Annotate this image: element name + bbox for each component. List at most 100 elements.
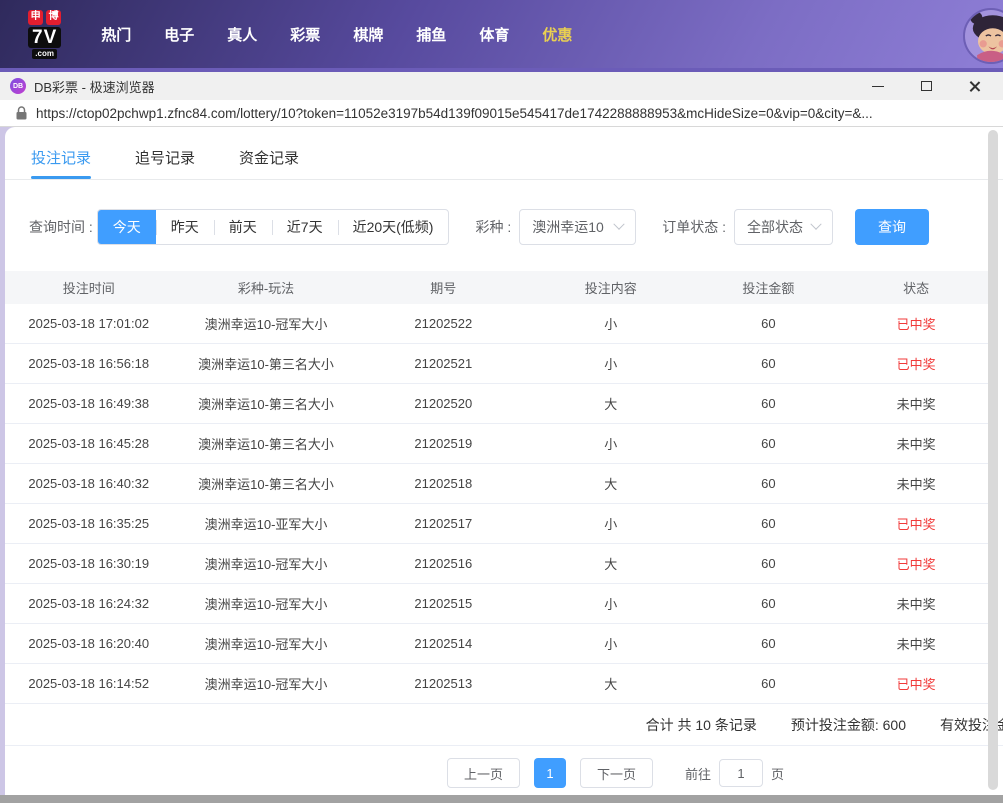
logo-main-text: 7V bbox=[28, 26, 62, 48]
cell-issue: 21202519 bbox=[414, 436, 473, 451]
order-status-value: 全部状态 bbox=[747, 219, 804, 235]
pagination: 上一页 1 下一页 前往 页 bbox=[5, 758, 990, 788]
order-status-select[interactable]: 全部状态 bbox=[734, 209, 834, 245]
nav-item-7[interactable]: 体育 bbox=[479, 24, 509, 45]
prev-page-button[interactable]: 上一页 bbox=[447, 758, 521, 788]
table-row: 2025-03-18 16:56:18 澳洲幸运10-第三名大小 21202521 小… bbox=[5, 344, 990, 384]
filter-row: 查询时间 : 今天 昨天 前天 近7天 近20天(低频) 彩种 : 澳洲幸运10 订单状… bbox=[29, 209, 1003, 245]
nav-item-8[interactable]: 优惠 bbox=[542, 24, 572, 45]
nav-item-1[interactable]: 热门 bbox=[101, 24, 131, 45]
lottery-select[interactable]: 澳洲幸运10 bbox=[519, 209, 637, 245]
cell-issue: 21202515 bbox=[414, 596, 473, 611]
site-nav: 申 博 7V .com 热门 电子 真人 彩票 棋牌 捕鱼 体育 优惠 bbox=[0, 0, 1003, 68]
table-row: 2025-03-18 17:01:02 澳洲幸运10-冠军大小 21202522 小 6… bbox=[5, 304, 990, 344]
cell-amount: 60 bbox=[761, 596, 776, 611]
cell-time: 2025-03-18 16:56:18 bbox=[28, 356, 150, 371]
column-header-1: 投注时间 bbox=[62, 281, 115, 296]
next-page-button[interactable]: 下一页 bbox=[580, 758, 654, 788]
cell-status: 未中奖 bbox=[896, 397, 936, 412]
tab-3[interactable]: 资金记录 bbox=[239, 147, 299, 179]
logo-badge-bo: 博 bbox=[46, 9, 62, 25]
url-bar[interactable]: https://ctop02pchwp1.zfnc84.com/lottery/… bbox=[0, 100, 1003, 127]
cell-issue: 21202514 bbox=[414, 636, 473, 651]
nav-item-6[interactable]: 捕鱼 bbox=[416, 24, 446, 45]
cell-content: 小 bbox=[604, 637, 618, 652]
cell-game: 澳洲幸运10-冠军大小 bbox=[204, 597, 328, 612]
lottery-filter-label: 彩种 : bbox=[475, 219, 512, 235]
nav-item-4[interactable]: 彩票 bbox=[290, 24, 320, 45]
table-row: 2025-03-18 16:49:38 澳洲幸运10-第三名大小 21202520 大… bbox=[5, 384, 990, 424]
cell-time: 2025-03-18 16:45:28 bbox=[28, 436, 150, 451]
cell-status: 已中奖 bbox=[896, 317, 936, 332]
time-option-2[interactable]: 昨天 bbox=[155, 210, 214, 244]
cell-amount: 60 bbox=[761, 556, 776, 571]
cell-status: 已中奖 bbox=[896, 517, 936, 532]
time-option-3[interactable]: 前天 bbox=[213, 210, 272, 244]
table-row: 2025-03-18 16:20:40 澳洲幸运10-冠军大小 21202514 小 6… bbox=[5, 624, 990, 664]
minimize-icon bbox=[872, 85, 884, 87]
cell-amount: 60 bbox=[761, 436, 776, 451]
cell-time: 2025-03-18 17:01:02 bbox=[28, 316, 150, 331]
cell-time: 2025-03-18 16:14:52 bbox=[28, 676, 150, 691]
table-row: 2025-03-18 16:35:25 澳洲幸运10-亚军大小 21202517 小 6… bbox=[5, 504, 990, 544]
cell-status: 已中奖 bbox=[896, 677, 936, 692]
site-logo[interactable]: 申 博 7V .com bbox=[28, 9, 62, 59]
cell-time: 2025-03-18 16:24:32 bbox=[28, 596, 150, 611]
cell-content: 大 bbox=[604, 557, 618, 572]
cell-status: 未中奖 bbox=[896, 637, 936, 652]
user-avatar[interactable] bbox=[963, 8, 1003, 64]
cell-amount: 60 bbox=[761, 516, 776, 531]
tab-1[interactable]: 投注记录 bbox=[31, 147, 92, 179]
goto-page-input[interactable] bbox=[719, 759, 764, 787]
maximize-icon bbox=[920, 81, 932, 91]
cell-amount: 60 bbox=[761, 396, 776, 411]
logo-badges: 申 博 bbox=[28, 9, 62, 25]
cell-issue: 21202521 bbox=[414, 356, 473, 371]
maximize-button[interactable] bbox=[917, 77, 935, 95]
cell-status: 未中奖 bbox=[896, 437, 936, 452]
cell-amount: 60 bbox=[761, 356, 776, 371]
cell-time: 2025-03-18 16:35:25 bbox=[28, 516, 150, 531]
window-controls bbox=[869, 77, 993, 95]
cell-time: 2025-03-18 16:49:38 bbox=[28, 396, 150, 411]
cell-game: 澳洲幸运10-冠军大小 bbox=[204, 677, 328, 692]
cell-time: 2025-03-18 16:30:19 bbox=[28, 556, 150, 571]
cell-time: 2025-03-18 16:40:32 bbox=[28, 476, 150, 491]
cell-time: 2025-03-18 16:20:40 bbox=[28, 636, 150, 651]
minimize-button[interactable] bbox=[869, 77, 887, 95]
page-number-1[interactable]: 1 bbox=[534, 758, 567, 788]
cell-content: 小 bbox=[604, 597, 618, 612]
chevron-down-icon bbox=[810, 218, 822, 230]
cell-game: 澳洲幸运10-冠军大小 bbox=[204, 557, 328, 572]
order-status-label: 订单状态 : bbox=[662, 219, 727, 235]
browser-favicon-icon: DB bbox=[10, 78, 26, 94]
time-option-1[interactable]: 今天 bbox=[97, 210, 156, 244]
query-button[interactable]: 查询 bbox=[855, 209, 930, 245]
table-header-row: 投注时间 彩种-玩法 期号 投注内容 投注金额 状态 bbox=[5, 271, 990, 304]
nav-item-3[interactable]: 真人 bbox=[227, 24, 257, 45]
column-header-2: 彩种-玩法 bbox=[237, 281, 295, 296]
browser-title-bar: DB DB彩票 - 极速浏览器 bbox=[0, 72, 1003, 100]
cell-amount: 60 bbox=[761, 676, 776, 691]
cell-game: 澳洲幸运10-第三名大小 bbox=[198, 397, 334, 412]
cell-status: 已中奖 bbox=[896, 557, 936, 572]
time-option-4[interactable]: 近7天 bbox=[271, 210, 338, 244]
time-option-5[interactable]: 近20天(低频) bbox=[337, 210, 449, 244]
cell-game: 澳洲幸运10-第三名大小 bbox=[198, 477, 334, 492]
nav-item-2[interactable]: 电子 bbox=[164, 24, 194, 45]
cell-issue: 21202513 bbox=[414, 676, 473, 691]
nav-item-5[interactable]: 棋牌 bbox=[353, 24, 383, 45]
cell-content: 大 bbox=[604, 677, 618, 692]
cell-amount: 60 bbox=[761, 476, 776, 491]
table-row: 2025-03-18 16:14:52 澳洲幸运10-冠军大小 21202513 大 6… bbox=[5, 664, 990, 704]
url-text: https://ctop02pchwp1.zfnc84.com/lottery/… bbox=[36, 105, 873, 121]
column-header-4: 投注内容 bbox=[584, 281, 637, 296]
close-button[interactable] bbox=[965, 77, 983, 95]
summary-expected-amount: 预计投注金额: 600 bbox=[790, 716, 906, 733]
column-header-5: 投注金额 bbox=[742, 281, 795, 296]
tab-2[interactable]: 追号记录 bbox=[135, 147, 195, 179]
time-filter-label: 查询时间 : bbox=[29, 219, 93, 235]
table-row: 2025-03-18 16:30:19 澳洲幸运10-冠军大小 21202516 大 6… bbox=[5, 544, 990, 584]
vertical-scrollbar[interactable] bbox=[988, 130, 998, 790]
tab-bar: 投注记录 追号记录 资金记录 bbox=[5, 127, 1003, 180]
